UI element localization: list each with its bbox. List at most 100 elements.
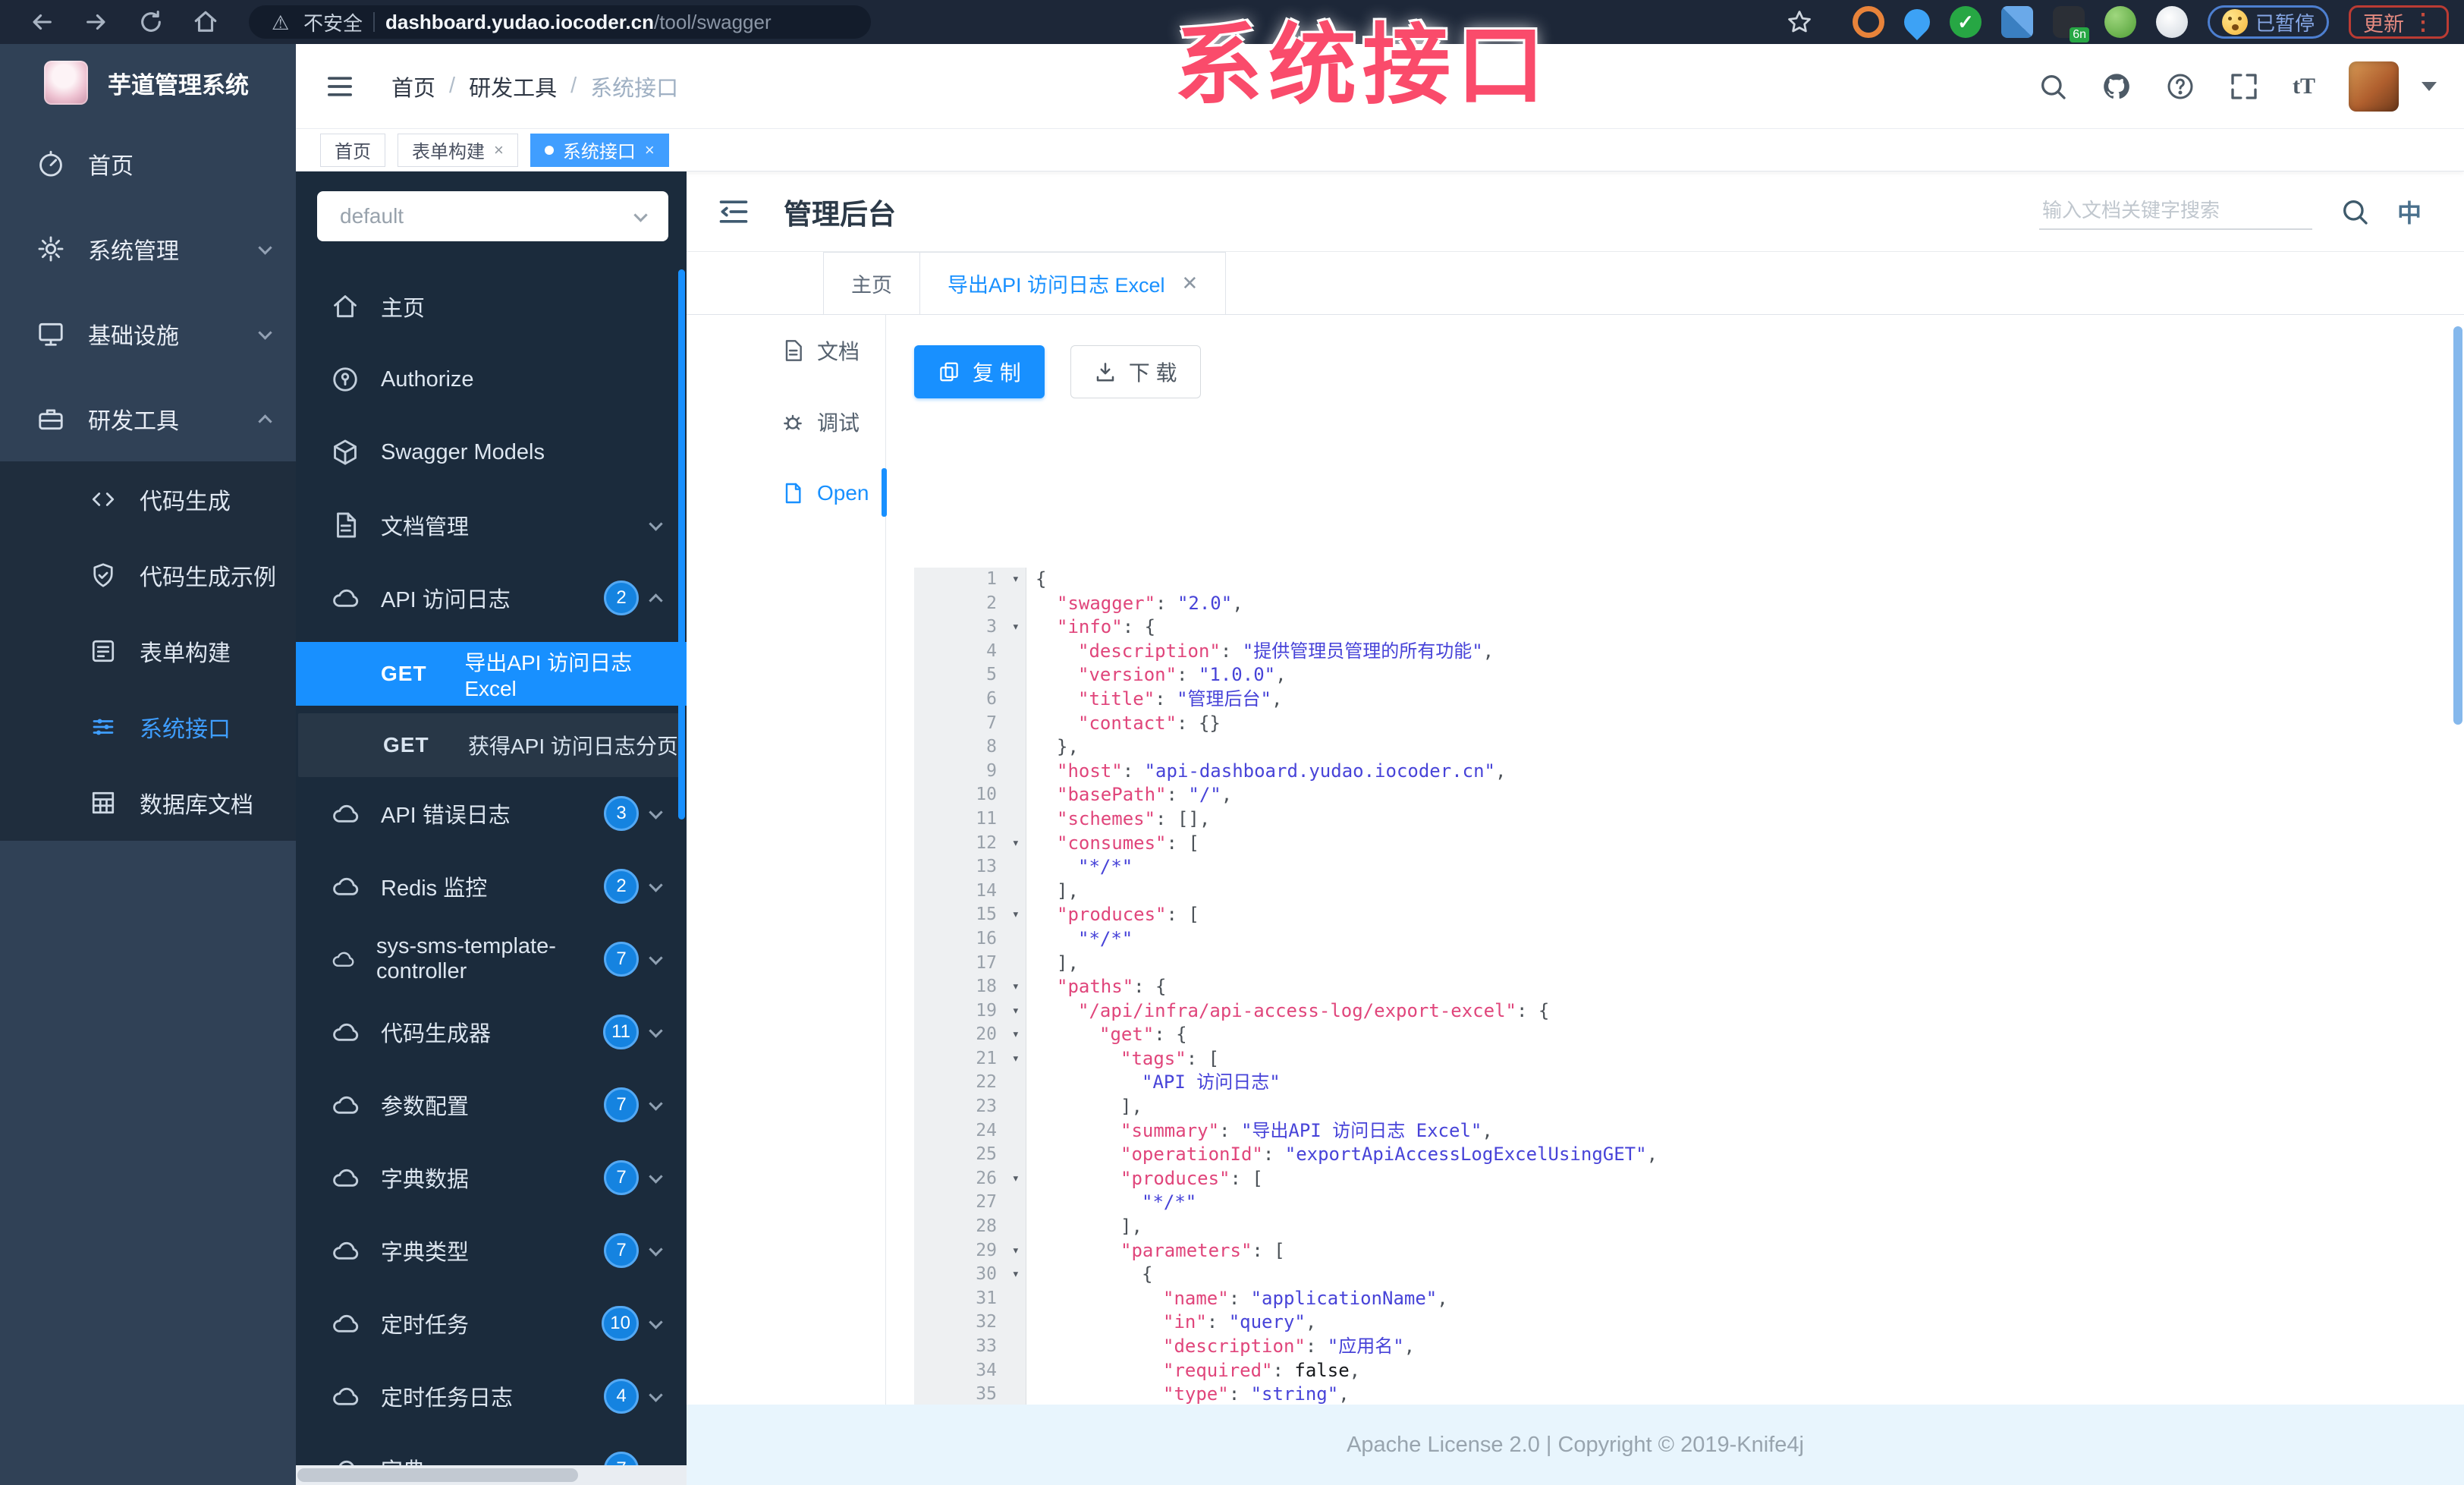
sidebar-hscrollbar-thumb[interactable]: [297, 1468, 578, 1482]
browser-home-icon[interactable]: [193, 9, 218, 35]
tag-系统接口[interactable]: 系统接口 ×: [530, 133, 669, 167]
doc-search-icon[interactable]: [2340, 197, 2370, 227]
tag-首页[interactable]: 首页: [320, 133, 385, 167]
github-icon[interactable]: [2101, 71, 2132, 102]
fold-toggle-icon[interactable]: ▾: [1012, 615, 1020, 640]
collapse-sidebar-icon[interactable]: [717, 195, 750, 228]
chevron-down-icon: [258, 240, 272, 255]
api-operation-0[interactable]: GET 导出API 访问日志 Excel: [296, 642, 687, 706]
extension-icon-7[interactable]: [2155, 6, 2188, 38]
sidebar-scrollbar-thumb[interactable]: [678, 269, 685, 820]
breadcrumb-item[interactable]: 研发工具: [469, 71, 557, 102]
count-badge: 2: [604, 580, 639, 615]
help-icon[interactable]: [2165, 71, 2195, 102]
api-operation-1[interactable]: GET 获得API 访问日志分页: [298, 713, 684, 777]
close-icon[interactable]: ×: [494, 140, 504, 160]
fullscreen-icon[interactable]: [2229, 71, 2259, 102]
sidebar-item-2[interactable]: 基础设施: [0, 291, 296, 376]
sidebar-item-3[interactable]: 研发工具: [0, 376, 296, 461]
api-group-select[interactable]: default: [317, 191, 668, 241]
sidebar-item-1[interactable]: 系统管理: [0, 206, 296, 291]
lock-icon: [331, 365, 360, 394]
fold-toggle-icon[interactable]: ▾: [1012, 1263, 1020, 1287]
browser-forward-icon[interactable]: [83, 9, 109, 35]
fold-toggle-icon[interactable]: ▾: [1012, 1047, 1020, 1071]
swagger-group-6[interactable]: 字典类型 7: [296, 1214, 687, 1287]
doc-tab-0[interactable]: 主页: [823, 252, 920, 314]
annotation-overlay-text: 系统接口: [1174, 16, 1551, 115]
header-search-icon[interactable]: [2038, 71, 2068, 102]
sidebar-item-0[interactable]: 首页: [0, 121, 296, 206]
fold-toggle-icon[interactable]: ▾: [1012, 1167, 1020, 1191]
extension-icon-4[interactable]: [2000, 6, 2033, 38]
swagger-group-1[interactable]: Redis 监控 2: [296, 850, 687, 923]
swagger-group-3[interactable]: 代码生成器 11: [296, 996, 687, 1068]
swagger-nav-item-2[interactable]: Swagger Models: [296, 416, 687, 489]
bookmark-star-icon[interactable]: [1786, 8, 1813, 36]
line-number: 13: [914, 855, 1026, 879]
browser-menu-dots-icon[interactable]: ⋮: [2412, 9, 2434, 36]
extension-icon-3[interactable]: ✓: [1949, 6, 1982, 38]
font-size-icon[interactable]: tT: [2293, 74, 2315, 99]
extension-icon-6[interactable]: [2104, 6, 2136, 38]
sidebar-subitem-label: 表单构建: [140, 641, 231, 666]
browser-address-bar[interactable]: ⚠ 不安全 dashboard.yudao.iocoder.cn/tool/sw…: [249, 5, 871, 39]
json-editor[interactable]: 1 ▾{2 "swagger": "2.0", 3 ▾ "info": {4 "descri…: [914, 568, 2204, 1485]
app-logo-row[interactable]: 芋道管理系统: [0, 44, 296, 121]
url-text: dashboard.yudao.iocoder.cn/tool/swagger: [385, 10, 772, 33]
doc-tab-1[interactable]: 导出API 访问日志 Excel ✕: [920, 252, 1227, 314]
swagger-nav-item-4[interactable]: API 访问日志 2: [296, 562, 687, 634]
swagger-group-0[interactable]: API 错误日志 3: [296, 777, 687, 850]
close-icon[interactable]: ×: [645, 140, 655, 160]
sidebar-subitem-1[interactable]: 代码生成示例: [0, 537, 296, 613]
cloud-api-icon: [331, 584, 360, 612]
tag-表单构建[interactable]: 表单构建 ×: [398, 133, 518, 167]
side-tab-调试[interactable]: 调试: [687, 386, 885, 458]
extension-icon-1[interactable]: [1852, 6, 1884, 38]
fold-toggle-icon[interactable]: ▾: [1012, 903, 1020, 927]
swagger-nav-item-3[interactable]: 文档管理: [296, 489, 687, 562]
app-menu: 首页 系统管理 基础设施 研发工具: [0, 121, 296, 461]
line-number: 21 ▾: [914, 1046, 1026, 1071]
fold-toggle-icon[interactable]: ▾: [1012, 568, 1020, 592]
sidebar-subitem-4[interactable]: 数据库文档: [0, 765, 296, 841]
extension-icon-5[interactable]: 6n: [2052, 6, 2089, 42]
browser-reload-icon[interactable]: [138, 9, 164, 35]
count-badge: 7: [604, 1160, 639, 1195]
sidebar-hscrollbar[interactable]: [296, 1465, 687, 1485]
sidebar-subitem-3[interactable]: 系统接口: [0, 689, 296, 765]
not-secure-warning-icon: ⚠: [272, 11, 290, 34]
swagger-nav-item-1[interactable]: Authorize: [296, 343, 687, 416]
swagger-group-2[interactable]: sys-sms-template-controller 7: [296, 923, 687, 996]
swagger-group-7[interactable]: 定时任务 10: [296, 1287, 687, 1360]
breadcrumb-item[interactable]: 首页: [391, 71, 435, 102]
side-tab-Open[interactable]: Open: [687, 458, 887, 529]
paused-extension-pill[interactable]: 已暂停: [2207, 5, 2329, 39]
language-switch-icon[interactable]: 中: [2397, 194, 2422, 229]
browser-update-button[interactable]: 更新 ⋮: [2349, 5, 2449, 39]
fold-toggle-icon[interactable]: ▾: [1012, 999, 1020, 1024]
user-avatar[interactable]: [2349, 61, 2399, 112]
extension-icon-2[interactable]: [1898, 3, 1936, 41]
swagger-group-4[interactable]: 参数配置 7: [296, 1068, 687, 1141]
breadcrumb-item[interactable]: 系统接口: [590, 71, 678, 102]
swagger-group-8[interactable]: 定时任务日志 4: [296, 1360, 687, 1433]
fold-toggle-icon[interactable]: ▾: [1012, 832, 1020, 856]
swagger-group-5[interactable]: 字典数据 7: [296, 1141, 687, 1214]
side-tab-文档[interactable]: 文档: [687, 315, 885, 386]
doc-search-input[interactable]: [2038, 193, 2312, 230]
browser-back-icon[interactable]: [29, 9, 55, 35]
swagger-nav-item-0[interactable]: 主页: [296, 270, 687, 343]
close-icon[interactable]: ✕: [1182, 272, 1199, 295]
avatar-caret-down-icon[interactable]: [2422, 81, 2437, 91]
fold-toggle-icon[interactable]: ▾: [1012, 975, 1020, 999]
sidebar-toggle-icon[interactable]: [325, 71, 355, 102]
fold-toggle-icon[interactable]: ▾: [1012, 1023, 1020, 1047]
copy-button[interactable]: 复 制: [914, 345, 1045, 398]
fold-toggle-icon[interactable]: ▾: [1012, 1239, 1020, 1263]
download-button[interactable]: 下 载: [1070, 345, 1201, 398]
sidebar-subitem-0[interactable]: 代码生成: [0, 461, 296, 537]
doc-search-area: 中: [2038, 193, 2464, 230]
page-scrollbar-thumb[interactable]: [2453, 326, 2462, 725]
sidebar-subitem-2[interactable]: 表单构建: [0, 613, 296, 689]
